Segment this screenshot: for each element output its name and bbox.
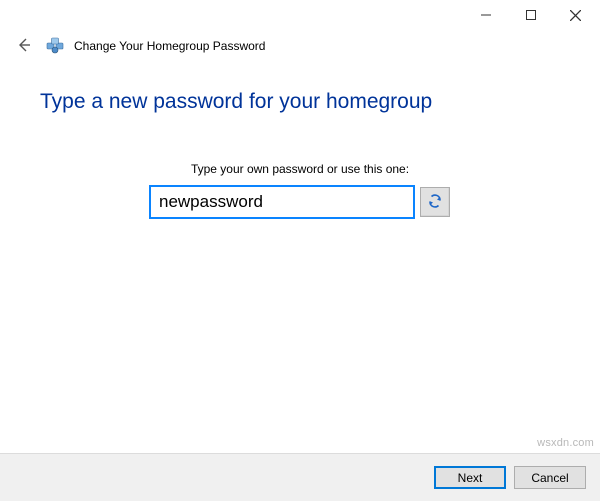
password-prompt: Type your own password or use this one: — [40, 162, 560, 176]
wizard-header: Change Your Homegroup Password — [0, 30, 600, 68]
wizard-footer: Next Cancel — [0, 453, 600, 501]
next-button-label: Next — [458, 471, 483, 485]
generate-password-button[interactable] — [420, 187, 450, 217]
arrow-left-icon — [15, 36, 33, 57]
close-button[interactable] — [553, 1, 598, 29]
back-button[interactable] — [12, 34, 36, 58]
next-button[interactable]: Next — [434, 466, 506, 489]
close-icon — [570, 10, 581, 21]
watermark: wsxdn.com — [537, 437, 594, 449]
password-input[interactable] — [150, 186, 414, 218]
wizard-body: Type a new password for your homegroup T… — [0, 68, 600, 453]
cancel-button-label: Cancel — [531, 471, 568, 485]
cancel-button[interactable]: Cancel — [514, 466, 586, 489]
minimize-icon — [481, 10, 491, 20]
maximize-icon — [526, 10, 536, 20]
maximize-button[interactable] — [508, 1, 553, 29]
minimize-button[interactable] — [463, 1, 508, 29]
window-titlebar — [0, 0, 600, 30]
wizard-title: Change Your Homegroup Password — [74, 39, 265, 53]
wizard-window: Change Your Homegroup Password Type a ne… — [0, 0, 600, 501]
page-headline: Type a new password for your homegroup — [40, 90, 560, 114]
refresh-icon — [427, 193, 443, 212]
homegroup-icon — [46, 37, 64, 55]
password-row — [40, 186, 560, 218]
